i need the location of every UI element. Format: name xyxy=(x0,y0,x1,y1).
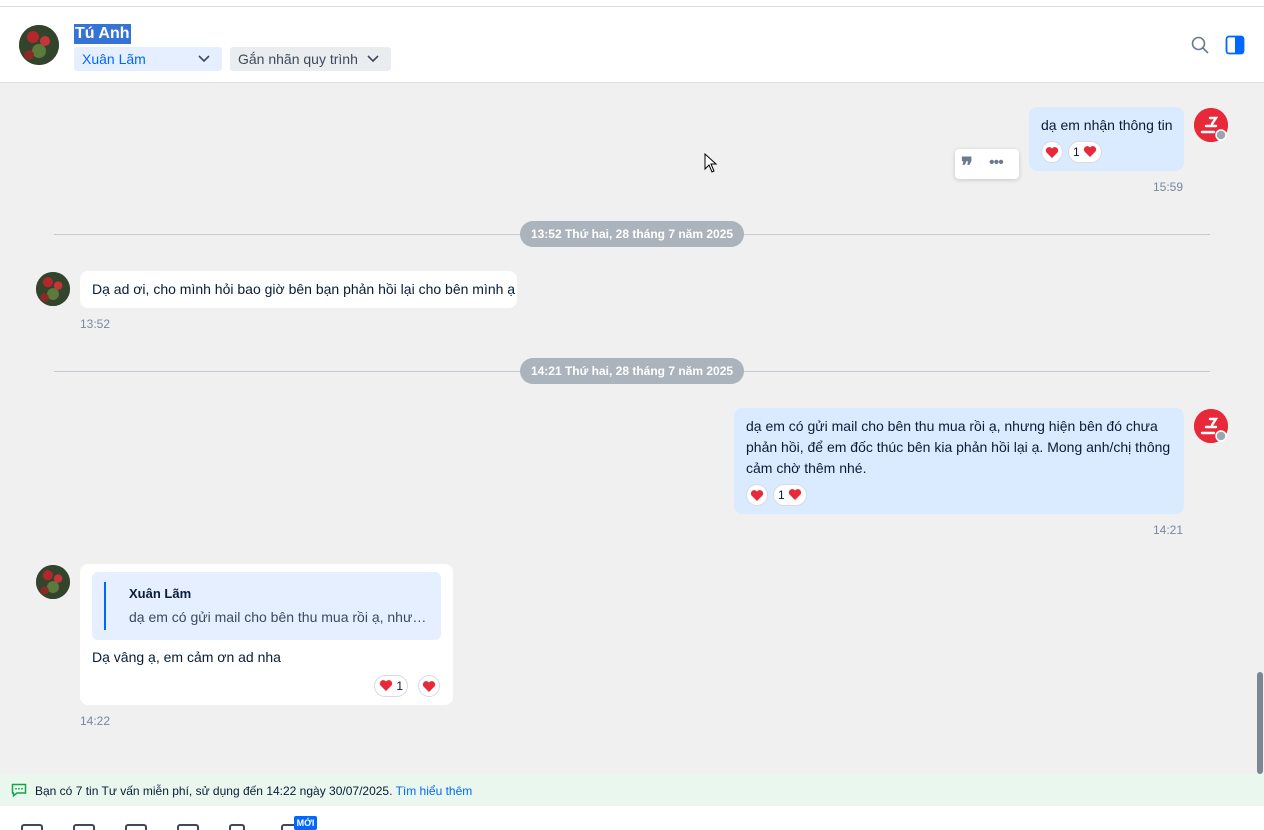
process-label-text: Gắn nhãn quy trình xyxy=(238,51,358,67)
quote-text: dạ em có gửi mail cho bên thu mua rồi ạ,… xyxy=(129,609,429,625)
image-icon[interactable] xyxy=(73,824,95,830)
react-button[interactable] xyxy=(1041,141,1063,163)
attach-icon[interactable] xyxy=(125,824,147,830)
process-label-dropdown[interactable]: Gắn nhãn quy trình xyxy=(230,47,391,71)
message-bubble-outgoing[interactable]: dạ em nhận thông tin 1 xyxy=(1029,107,1184,171)
agent-avatar[interactable] xyxy=(1194,108,1228,142)
window-top-edge xyxy=(0,0,1264,7)
sticker-icon[interactable] xyxy=(21,824,43,830)
react-button[interactable] xyxy=(746,484,768,506)
heart-icon xyxy=(1045,147,1059,158)
reaction-summary[interactable]: 1 xyxy=(773,484,808,506)
assignee-name: Xuân Lãm xyxy=(82,51,146,67)
search-icon[interactable] xyxy=(1190,35,1210,55)
heart-icon xyxy=(788,489,802,500)
heart-icon xyxy=(422,681,436,692)
notice-text: Bạn có 7 tin Tư vấn miễn phí, sử dụng đế… xyxy=(35,784,472,798)
message-time: 14:21 xyxy=(1153,523,1184,537)
assignee-dropdown[interactable]: Xuân Lãm xyxy=(74,47,222,71)
message-bubble-incoming[interactable]: Dạ ad ơi, cho mình hỏi bao giờ bên bạn p… xyxy=(80,271,517,308)
new-badge: MỚI xyxy=(294,816,317,830)
notice-message: Bạn có 7 tin Tư vấn miễn phí, sử dụng đế… xyxy=(35,784,393,798)
learn-more-link[interactable]: Tìm hiểu thêm xyxy=(396,784,473,798)
chat-header: Tú Anh Xuân Lãm Gắn nhãn quy trình xyxy=(0,7,1264,83)
quote-author: Xuân Lãm xyxy=(129,586,192,601)
message-text: Dạ vâng ạ, em cảm ơn ad nha xyxy=(92,649,281,665)
composer-toolbar xyxy=(0,806,1264,830)
contact-avatar[interactable] xyxy=(36,565,70,599)
contact-avatar[interactable] xyxy=(19,25,59,65)
reaction-count: 1 xyxy=(396,679,404,693)
heart-icon xyxy=(750,490,764,501)
react-button[interactable] xyxy=(418,675,440,697)
chevron-down-icon xyxy=(198,55,210,63)
message-time: 15:59 xyxy=(1153,180,1184,194)
message-time: 14:22 xyxy=(80,714,111,728)
chat-bubble-icon xyxy=(11,783,27,797)
message-text: Dạ ad ơi, cho mình hỏi bao giờ bên bạn p… xyxy=(92,281,516,297)
quote-bar xyxy=(104,582,106,630)
scrollbar-thumb[interactable] xyxy=(1257,672,1263,774)
contact-name: Tú Anh xyxy=(74,24,131,44)
more-icon[interactable]: ••• xyxy=(989,154,1004,172)
reaction-summary[interactable]: 1 xyxy=(1068,141,1103,163)
reaction-count: 1 xyxy=(778,488,785,502)
quote-icon[interactable]: ❞ xyxy=(961,155,977,177)
quoted-message[interactable]: Xuân Lãm dạ em có gửi mail cho bên thu m… xyxy=(92,572,441,640)
cursor-icon xyxy=(704,153,718,173)
agent-avatar[interactable] xyxy=(1194,409,1228,443)
card-icon[interactable] xyxy=(177,824,199,830)
message-text: dạ em nhận thông tin xyxy=(1041,117,1173,133)
heart-icon xyxy=(379,680,393,691)
message-time: 13:52 xyxy=(80,317,111,331)
date-separator: 13:52 Thứ hai, 28 tháng 7 năm 2025 xyxy=(520,221,744,247)
chevron-down-icon xyxy=(367,55,379,63)
reaction-count: 1 xyxy=(1073,145,1080,159)
side-panel-icon[interactable] xyxy=(1225,35,1245,55)
message-action-toolbar: ❞ ••• xyxy=(955,149,1019,179)
free-consult-notice: Bạn có 7 tin Tư vấn miễn phí, sử dụng đế… xyxy=(0,774,1264,806)
message-text: dạ em có gửi mail cho bên thu mua rồi ạ,… xyxy=(746,418,1171,476)
contact-avatar[interactable] xyxy=(36,272,70,306)
message-bubble-outgoing[interactable]: dạ em có gửi mail cho bên thu mua rồi ạ,… xyxy=(734,408,1184,514)
heart-icon xyxy=(1083,146,1097,157)
date-separator: 14:21 Thứ hai, 28 tháng 7 năm 2025 xyxy=(520,358,744,384)
reaction-summary[interactable]: 1 xyxy=(374,675,409,697)
screenshot-icon[interactable] xyxy=(229,824,245,830)
